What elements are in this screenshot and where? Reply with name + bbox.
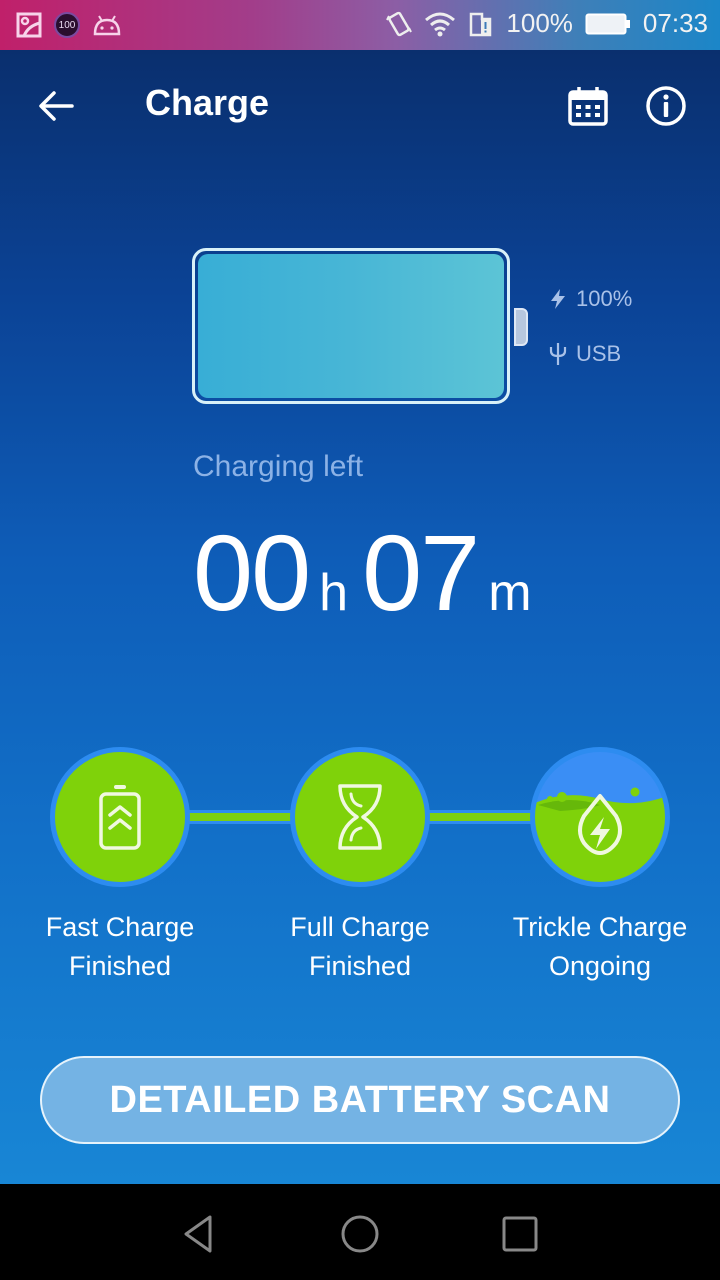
step-full-charge-label: Full Charge Finished: [240, 908, 480, 986]
step-title: Fast Charge: [45, 912, 195, 942]
charging-time-remaining: 00 h 07 m: [193, 510, 546, 635]
usb-icon: [549, 343, 567, 365]
step-trickle-charge-label: Trickle Charge Ongoing: [480, 908, 720, 986]
info-icon: [646, 86, 686, 126]
gallery-notification-icon: [16, 12, 42, 38]
hours-unit: h: [319, 564, 349, 622]
vibrate-icon: [386, 11, 413, 36]
notification-count-icon: 100: [54, 12, 80, 38]
info-button[interactable]: [644, 84, 688, 128]
history-calendar-button[interactable]: [566, 84, 610, 128]
charging-left-label: Charging left: [193, 450, 364, 483]
nav-back-button[interactable]: [178, 1212, 222, 1256]
nav-home-icon: [341, 1215, 379, 1253]
step-status: Finished: [68, 951, 172, 981]
notification-count: 100: [58, 19, 76, 31]
battery-graphic: [192, 248, 510, 404]
nav-home-button[interactable]: [338, 1212, 382, 1256]
battery-level-fill: [198, 254, 504, 398]
battery-percent-text: 100%: [506, 8, 573, 38]
step-status: Finished: [308, 951, 412, 981]
app-bar: Charge: [0, 50, 720, 160]
charge-level-info: 100%: [548, 286, 632, 312]
drop-bolt-icon: [535, 787, 665, 882]
hourglass-icon: [338, 784, 382, 850]
clock-text: 07:33: [642, 8, 708, 38]
charge-source-text: USB: [576, 341, 622, 366]
back-button[interactable]: [36, 86, 76, 126]
hours-value: 00: [193, 512, 311, 633]
minutes-value: 07: [362, 512, 480, 633]
step-title: Full Charge: [290, 912, 430, 942]
charge-source-info: USB: [548, 341, 621, 367]
step-fast-charge-label: Fast Charge Finished: [0, 908, 240, 986]
system-nav-bar: [0, 1184, 720, 1280]
wifi-icon: [425, 12, 456, 36]
arrow-left-icon: [39, 91, 74, 121]
calendar-icon: [568, 87, 608, 126]
nav-back-icon: [184, 1215, 212, 1253]
nav-recents-button[interactable]: [498, 1212, 542, 1256]
step-trickle-charge-indicator: [530, 747, 670, 887]
step-full-charge-indicator: [290, 747, 430, 887]
status-bar: 100 100% 07:33: [0, 0, 720, 50]
battery-status-icon: [585, 13, 630, 34]
detailed-battery-scan-button[interactable]: DETAILED BATTERY SCAN: [40, 1056, 680, 1144]
charge-screen: Charge 100% USB Charging left 00 h 07 m …: [0, 50, 720, 1184]
step-title: Trickle Charge: [512, 912, 688, 942]
charge-level-text: 100%: [576, 286, 633, 311]
lightning-icon: [551, 289, 565, 309]
android-icon: [93, 15, 121, 36]
battery-up-icon: [99, 785, 141, 850]
step-fast-charge-indicator: [50, 747, 190, 887]
battery-terminal: [514, 308, 528, 346]
minutes-unit: m: [488, 564, 532, 622]
step-status: Ongoing: [548, 951, 652, 981]
sim-alert-icon: [470, 12, 492, 36]
page-title: Charge: [145, 82, 270, 123]
nav-recents-icon: [502, 1216, 538, 1252]
